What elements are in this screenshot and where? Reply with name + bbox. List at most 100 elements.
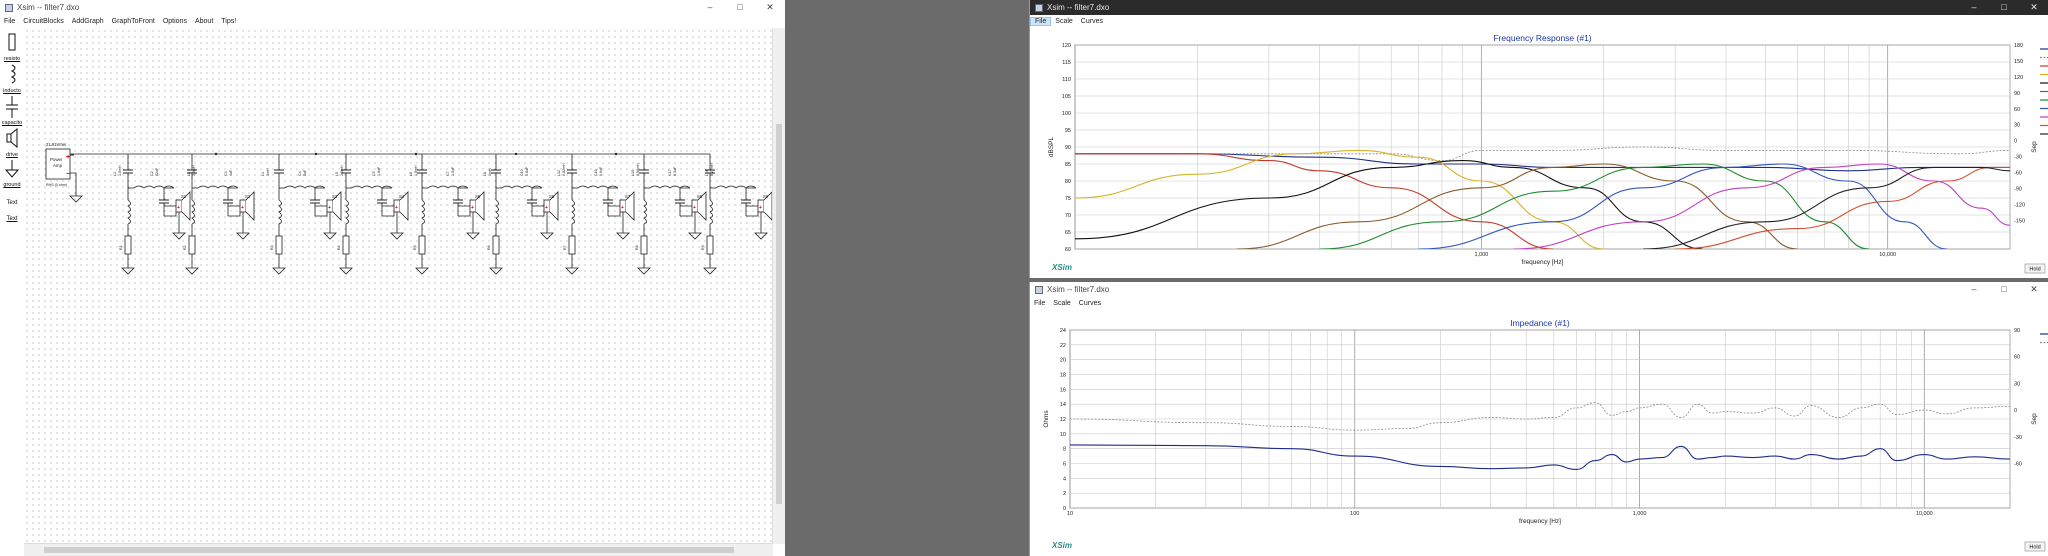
- horizontal-scrollbar[interactable]: [24, 543, 773, 556]
- minimize-icon[interactable]: –: [1959, 282, 1989, 297]
- component-name: C2: [150, 171, 154, 176]
- shunt-inductor: [345, 199, 349, 225]
- tool-capacitor[interactable]: capacito: [1, 96, 23, 126]
- tool-ground[interactable]: ground: [1, 160, 23, 188]
- component-value: 1.8uF: [377, 166, 381, 176]
- tool-driver[interactable]: drive: [1, 127, 23, 158]
- resistor-label: R6: [487, 245, 491, 250]
- frequency-response-chart[interactable]: Frequency Response (#1) 120 115 110 105 100 95…: [1030, 28, 2048, 278]
- menu-circuitblocks[interactable]: CircuitBlocks: [19, 18, 67, 25]
- menu-tips[interactable]: Tips!: [217, 18, 240, 25]
- resistor-icon: [8, 33, 16, 51]
- horizontal-scrollbar-thumb[interactable]: [44, 547, 734, 553]
- driver-label: S5: [475, 194, 481, 199]
- tool-text-2[interactable]: Text: [1, 216, 23, 222]
- hold-button-label[interactable]: Hold: [2029, 267, 2040, 273]
- close-icon[interactable]: ✕: [2019, 282, 2048, 297]
- ground-symbol: [390, 232, 404, 240]
- close-icon[interactable]: ✕: [2019, 0, 2048, 15]
- vertical-scrollbar[interactable]: [772, 28, 785, 544]
- vertical-scrollbar-thumb[interactable]: [776, 124, 782, 504]
- menu-file[interactable]: File: [1030, 16, 1052, 26]
- tool-resistor[interactable]: resisto: [1, 32, 23, 62]
- capacitor-symbol: [603, 199, 613, 204]
- y-right-tick-label: 60: [2014, 107, 2020, 113]
- component-c2: C2 82uF: [150, 167, 159, 176]
- capacitor-symbol: [223, 199, 233, 204]
- ground-symbol: [489, 267, 503, 275]
- component-c17: C17 0.3uF: [668, 166, 677, 176]
- menu-scale[interactable]: Scale: [1051, 18, 1077, 25]
- schematic-drawing: 21.91VrmsPowerAmpRHS (0 ohm)+− L1 1.0mH C2 8…: [45, 142, 773, 275]
- y-right-tick-label: 0: [2014, 408, 2017, 414]
- y-axis-label: dBSPL: [1048, 137, 1055, 158]
- menu-addgraph[interactable]: AddGraph: [68, 18, 108, 25]
- component-value: 0.82mH: [562, 163, 566, 176]
- resistor-label: R8: [635, 245, 639, 250]
- menu-options[interactable]: Options: [159, 18, 191, 25]
- menu-file[interactable]: File: [0, 18, 19, 25]
- y-right-tick-label: -150: [2014, 218, 2025, 224]
- tool-text-label: Text: [6, 200, 18, 206]
- ground-icon: [4, 160, 20, 178]
- y-right-tick-label: -120: [2014, 202, 2025, 208]
- tool-driver-label: drive: [6, 152, 18, 158]
- driver-label: S7: [625, 194, 631, 199]
- tool-ground-label: ground: [3, 182, 21, 188]
- tool-text[interactable]: Text: [1, 200, 23, 206]
- schematic-window: Xsim -- filter7.dxo – □ ✕ File CircuitBl…: [0, 0, 785, 556]
- component-value: 0.6uF: [599, 166, 603, 176]
- close-icon[interactable]: ✕: [755, 0, 785, 15]
- y-right-axis-label: Sep: [2031, 141, 2038, 153]
- wire: [531, 187, 542, 200]
- impedance-chart[interactable]: Impedance (#1)24222018161412108642090603…: [1030, 310, 2048, 556]
- menu-graphtofront[interactable]: GraphToFront: [108, 18, 159, 25]
- component-l14: L140.27mH: [705, 163, 714, 176]
- y-tick-label: 6: [1063, 462, 1066, 468]
- chart-title: Impedance (#1): [1510, 318, 1570, 328]
- hold-button-label[interactable]: Hold: [2029, 545, 2040, 551]
- maximize-icon[interactable]: □: [725, 0, 755, 15]
- ground-symbol: [637, 267, 651, 275]
- shunt-inductor: [278, 199, 282, 225]
- fr-window-title: Xsim -- filter7.dxo: [1047, 3, 1110, 12]
- imp-menubar: File Scale Curves: [1030, 297, 2048, 309]
- y-tick-label: 100: [1062, 111, 1071, 117]
- y-tick-label: 8: [1063, 447, 1066, 453]
- component-value: 0.27mH: [710, 163, 714, 176]
- maximize-icon[interactable]: □: [1989, 282, 2019, 297]
- ground-symbol: [616, 232, 630, 240]
- resistor-label: R9: [701, 245, 705, 250]
- schematic-canvas[interactable]: 21.91Vrms Power Amp RHS (0 ohm) + − L1 1.0mH C2 8…: [24, 28, 773, 544]
- resistor-label: R5: [413, 245, 417, 250]
- tool-inductor[interactable]: inducto: [1, 64, 23, 94]
- y-right-tick-label: 60: [2014, 355, 2020, 361]
- frequency-response-window: Xsim -- filter7.dxo – □ ✕ File Scale Cur…: [1029, 0, 2048, 278]
- component-name: C4: [298, 171, 302, 176]
- x-axis-label: frequency [Hz]: [1522, 259, 1564, 266]
- minimize-icon[interactable]: –: [695, 0, 725, 15]
- y-right-tick-label: 90: [2014, 328, 2020, 334]
- capacitor-symbol: [675, 199, 685, 204]
- capacitor-symbol: [491, 169, 501, 174]
- wire: [679, 187, 690, 200]
- minimize-icon[interactable]: –: [1959, 0, 1989, 15]
- component-value: 1.5mH: [414, 165, 418, 176]
- menu-curves[interactable]: Curves: [1075, 300, 1105, 307]
- maximize-icon[interactable]: □: [1989, 0, 2019, 15]
- menu-scale[interactable]: Scale: [1049, 300, 1075, 307]
- wire: [458, 205, 471, 217]
- driver-label: S6: [549, 194, 555, 199]
- component-value: 1.5uF: [451, 166, 455, 176]
- resistor-body: [706, 235, 714, 255]
- resistor-body: [568, 235, 576, 255]
- ground-symbol: [172, 232, 186, 240]
- resistor-body: [188, 235, 196, 255]
- driver-s1: + S1: [175, 191, 191, 221]
- chart-title: Frequency Response (#1): [1493, 33, 1591, 43]
- menu-about[interactable]: About: [191, 18, 217, 25]
- y-axis-label: Ohms: [1043, 410, 1050, 428]
- menu-file[interactable]: File: [1030, 300, 1049, 307]
- resistor-body: [640, 235, 648, 255]
- menu-curves[interactable]: Curves: [1077, 18, 1107, 25]
